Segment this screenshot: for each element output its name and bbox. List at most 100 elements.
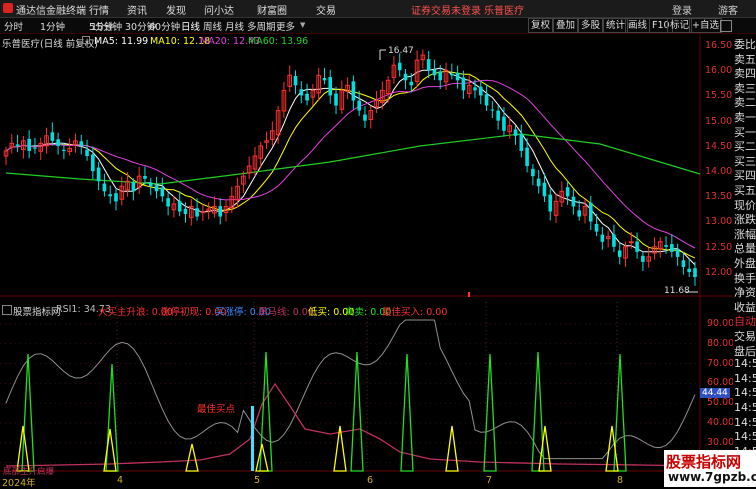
candle-body — [85, 149, 89, 156]
app-logo-icon — [3, 3, 13, 13]
candle-body — [594, 223, 599, 232]
candle-body — [450, 73, 454, 76]
watermark-title: 股票指标网 — [666, 453, 742, 471]
login-warning[interactable]: 证券交易未登录 — [411, 2, 481, 17]
candle-body — [525, 147, 529, 167]
menu-trade[interactable]: 交易 — [316, 2, 336, 17]
quote-row: 买一 — [734, 125, 756, 139]
candle-body — [484, 94, 489, 106]
candle-body — [403, 73, 408, 81]
multi-stock-button[interactable]: 多股 — [578, 18, 604, 33]
candle-body — [293, 75, 298, 86]
indicator-settings-icon[interactable] — [2, 305, 12, 315]
signal-spike — [350, 351, 364, 472]
indicator-tick: 30.00 — [707, 436, 735, 448]
add-watchlist-button[interactable]: +自选 — [689, 18, 722, 33]
stock-link[interactable]: 乐普医疗 — [484, 2, 524, 17]
low-price-label: 11.68 — [664, 286, 690, 296]
quote-row: 14:5 — [734, 386, 756, 400]
high-price-label: 16.47 — [388, 46, 414, 56]
chart-area[interactable] — [0, 34, 733, 487]
x-label-5: 5 — [254, 475, 261, 486]
candle-body — [478, 86, 483, 96]
price-tick: 13.00 — [705, 216, 733, 228]
menu-discover[interactable]: 发现 — [166, 2, 186, 17]
candle-body — [693, 268, 697, 278]
period-weekly[interactable]: 周线 — [203, 19, 222, 33]
quote-row: 外盘 — [734, 257, 756, 270]
quote-row: 买四 — [734, 169, 756, 183]
quote-row: 委比 — [734, 38, 756, 51]
candle-body — [334, 93, 338, 106]
ma-line — [5, 79, 696, 249]
quote-row: 14:5 — [734, 415, 756, 429]
adjust-button[interactable]: 复权 — [528, 18, 554, 33]
menu-market[interactable]: 行情 — [89, 2, 109, 17]
candle-body — [177, 201, 182, 212]
layout-icon[interactable] — [720, 20, 732, 32]
period-daily[interactable]: 日线 — [181, 19, 200, 33]
rsi-tag: 44.44 — [700, 388, 730, 398]
more-arrow-icon[interactable]: ▼ — [300, 21, 305, 29]
candle-body — [195, 208, 199, 217]
price-tick: 12.00 — [705, 266, 733, 278]
price-tick: 15.00 — [705, 115, 733, 127]
candle-body — [513, 129, 518, 136]
app-title: 通达信金融终端 — [16, 6, 86, 17]
guest-label: 游客 — [718, 6, 738, 17]
candle-body — [79, 141, 84, 146]
quote-row: 自动 — [734, 315, 756, 329]
quote-row: 14:5 — [734, 371, 756, 385]
menu-wealth[interactable]: 财富圈 — [257, 2, 287, 17]
candle-body — [612, 234, 616, 247]
menu-assistant[interactable]: 问小达 — [204, 2, 234, 17]
price-tick: 14.50 — [705, 140, 733, 152]
candle-body — [91, 154, 95, 172]
quote-panel: 委比 卖五 卖四 卖三 卖二 卖一 买一 买二 买三 买四 买五 现价 涨跌 涨幅 总量 外盘 换手 净资 收益 自动… — [733, 34, 756, 487]
candle-body — [50, 132, 55, 141]
candle-body — [438, 71, 443, 81]
period-tick[interactable]: 分时 — [4, 19, 23, 33]
quote-row: 买五 — [734, 184, 756, 197]
candle-body — [96, 167, 101, 182]
price-tick: 12.50 — [705, 241, 733, 253]
period-multi[interactable]: 多周期 — [247, 19, 276, 33]
indicator-lines — [5, 292, 701, 472]
overlay-button[interactable]: 叠加 — [553, 18, 579, 33]
quote-row: 现价 — [734, 198, 756, 212]
candle-body — [496, 110, 500, 121]
quote-row: 盘后 — [734, 344, 756, 358]
candle-body — [571, 196, 576, 207]
candle-body — [565, 187, 570, 197]
quote-row: 交易 — [734, 330, 756, 343]
quote-row: 换手 — [734, 271, 756, 285]
candle-body — [397, 62, 402, 71]
candle-body — [305, 93, 309, 101]
candle-body — [322, 78, 327, 81]
period-monthly[interactable]: 月线 — [225, 19, 244, 33]
candle-body — [154, 185, 159, 192]
quote-row: 买二 — [734, 140, 756, 154]
period-toolbar: 分时 1分钟 5分钟 15分钟 30分钟 60分钟 日线 周线 月线 多周期 更… — [0, 18, 756, 34]
menu-news[interactable]: 资讯 — [127, 2, 147, 17]
candle-body — [357, 100, 361, 111]
indicator-tick: 50.00 — [707, 397, 735, 409]
draw-button[interactable]: 画线 — [625, 18, 651, 33]
quote-row: 卖四 — [734, 67, 756, 81]
candle-body — [62, 149, 66, 151]
candle-body — [502, 116, 506, 131]
period-1min[interactable]: 1分钟 — [40, 19, 65, 33]
login-button[interactable]: 登录 — [672, 2, 692, 17]
quote-row: 买三 — [734, 154, 756, 168]
title-bar: 通达信金融终端 行情 资讯 发现 问小达 财富圈 交易 证券交易未登录 乐普医疗… — [0, 0, 756, 18]
period-60min[interactable]: 60分钟 — [149, 19, 180, 33]
period-15min[interactable]: 15分钟 — [91, 19, 122, 33]
candle-body — [33, 147, 37, 149]
indicator-tick: 80.00 — [707, 337, 735, 349]
marker-dot — [468, 292, 470, 297]
price-tick: 16.50 — [705, 40, 733, 51]
candle-body — [670, 244, 674, 252]
signal-spike — [185, 443, 199, 472]
period-more[interactable]: 更多 — [276, 19, 295, 33]
ma-line — [5, 67, 696, 266]
